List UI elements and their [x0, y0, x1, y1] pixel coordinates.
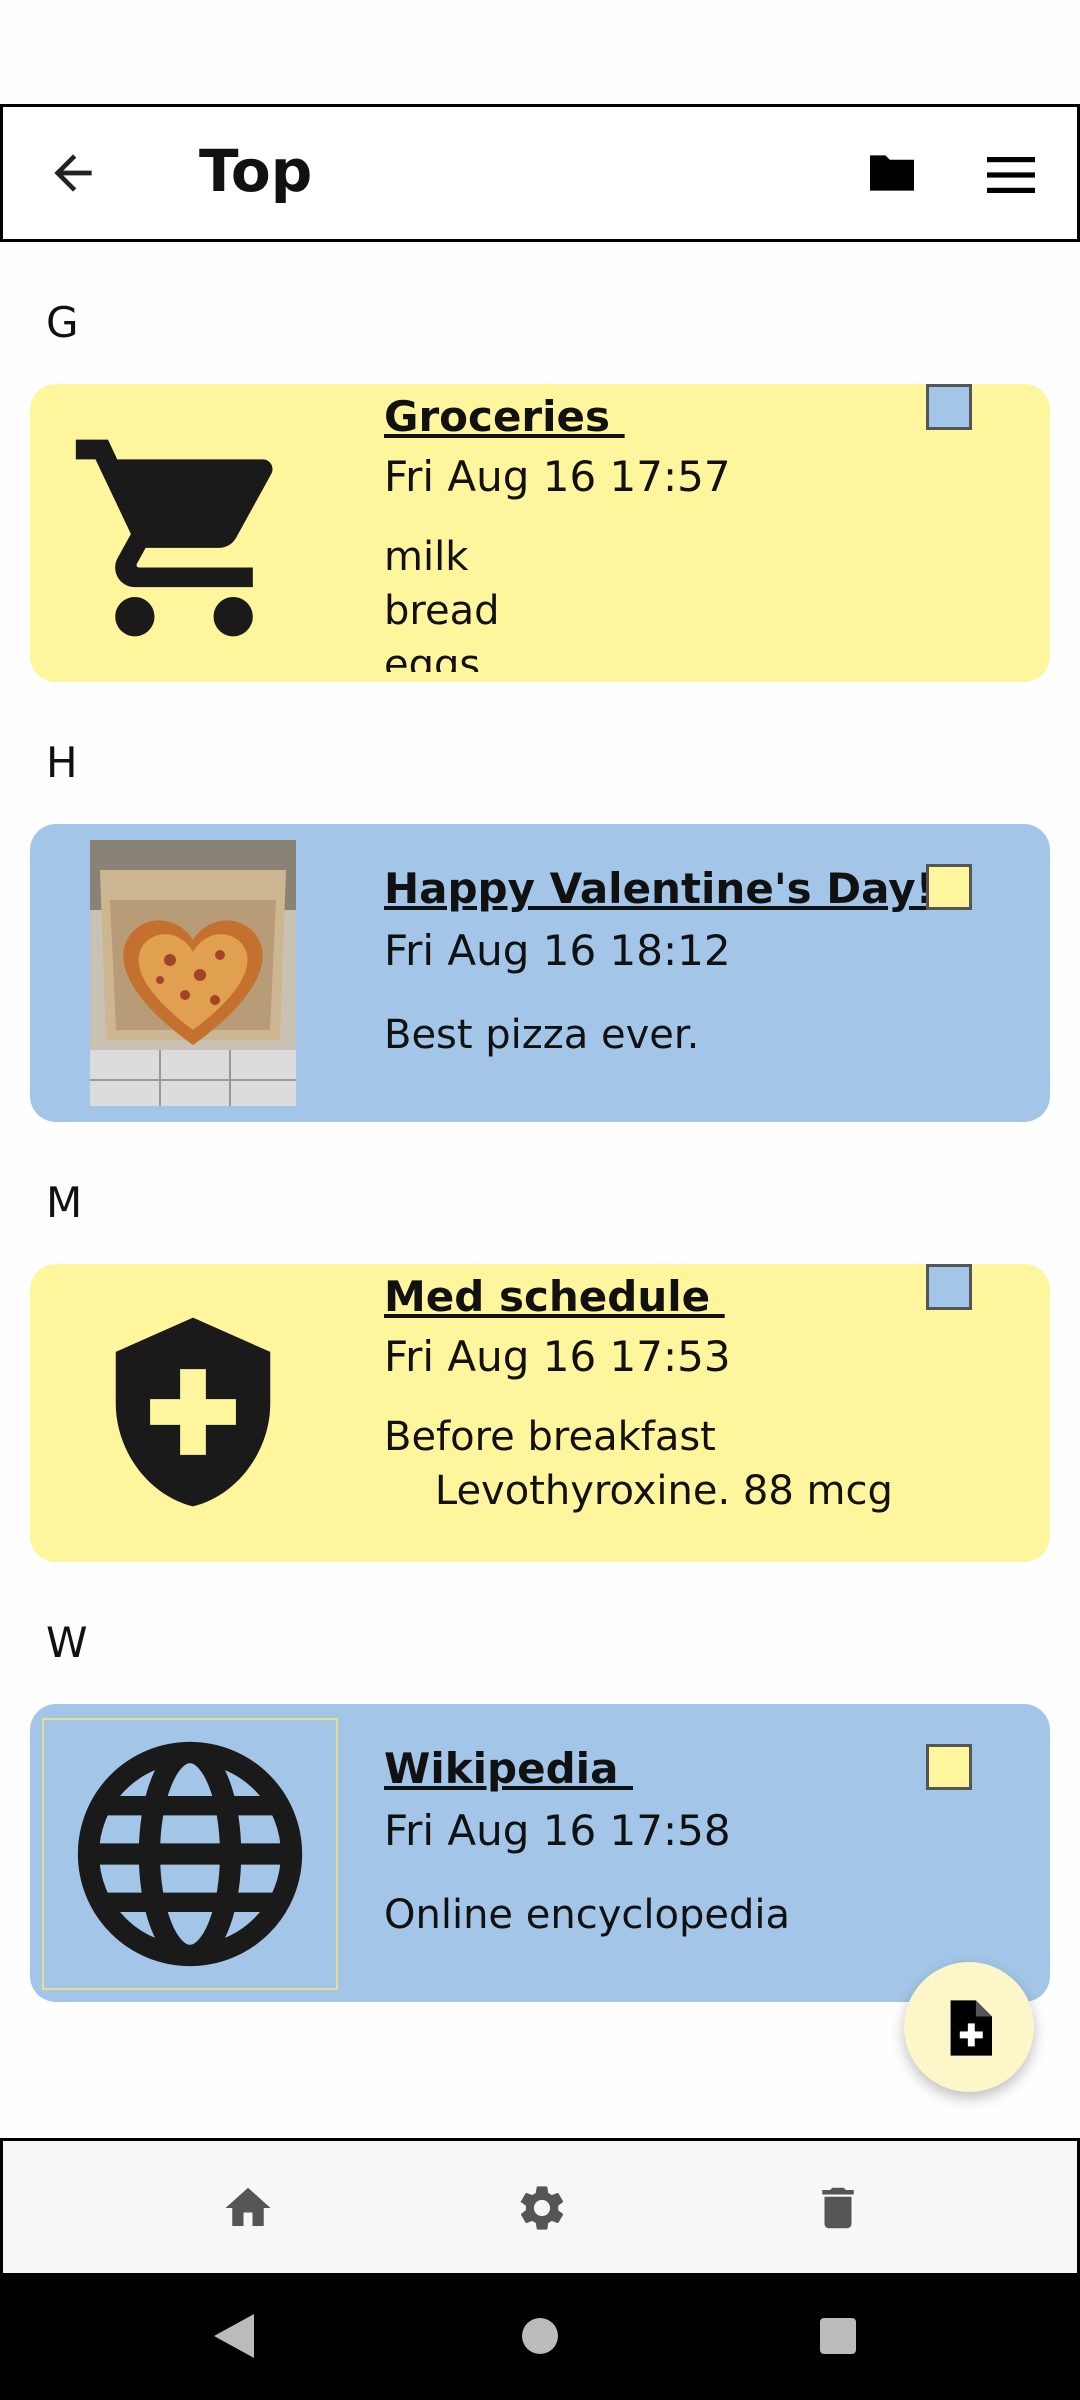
- globe-thumbnail-frame: [42, 1718, 338, 1990]
- shopping-cart-icon: [75, 439, 273, 637]
- note-date: Fri Aug 16 18:12: [384, 926, 731, 975]
- medical-shield-icon: [115, 1317, 271, 1507]
- note-card-groceries[interactable]: Groceries Fri Aug 16 17:57 milk bread eg…: [30, 384, 1050, 682]
- top-app-bar: Top: [0, 104, 1080, 242]
- note-body: milk bread eggs: [384, 534, 500, 672]
- note-date: Fri Aug 16 17:53: [384, 1332, 731, 1381]
- section-header-h: H: [46, 738, 78, 787]
- system-navigation-bar: [0, 2276, 1080, 2400]
- note-select-checkbox[interactable]: [926, 1264, 972, 1310]
- add-note-icon: [950, 2000, 992, 2056]
- circle-home-icon[interactable]: [522, 2318, 558, 2354]
- note-select-checkbox[interactable]: [926, 864, 972, 910]
- note-body: Before breakfast Levothyroxine. 88 mcg: [384, 1414, 893, 1514]
- globe-icon: [77, 1741, 303, 1967]
- gear-icon[interactable]: [515, 2181, 569, 2235]
- home-icon[interactable]: [221, 2181, 275, 2235]
- note-card-valentine[interactable]: Happy Valentine's Day! Fri Aug 16 18:12 …: [30, 824, 1050, 1122]
- note-date: Fri Aug 16 17:58: [384, 1806, 731, 1855]
- section-header-g: G: [46, 298, 79, 347]
- note-title: Med schedule: [384, 1272, 725, 1321]
- section-header-w: W: [46, 1618, 88, 1667]
- square-recents-icon[interactable]: [820, 2318, 856, 2354]
- add-note-button[interactable]: [904, 1962, 1034, 2092]
- note-card-med-schedule[interactable]: Med schedule Fri Aug 16 17:53 Before bre…: [30, 1264, 1050, 1562]
- note-select-checkbox[interactable]: [926, 384, 972, 430]
- note-title: Happy Valentine's Day!: [384, 864, 935, 913]
- note-select-checkbox[interactable]: [926, 1744, 972, 1790]
- note-body: Online encyclopedia: [384, 1892, 790, 1938]
- note-card-wikipedia[interactable]: Wikipedia Fri Aug 16 17:58 Online encycl…: [30, 1704, 1050, 2002]
- arrow-left-icon[interactable]: [45, 145, 101, 201]
- page-title: Top: [199, 137, 313, 205]
- note-body: Best pizza ever.: [384, 1012, 700, 1058]
- triangle-back-icon[interactable]: [214, 2314, 254, 2358]
- hamburger-menu-icon[interactable]: [987, 157, 1035, 193]
- bottom-navigation-bar: [0, 2138, 1080, 2276]
- note-title: Groceries: [384, 392, 625, 441]
- note-title: Wikipedia: [384, 1744, 634, 1793]
- folder-icon[interactable]: [865, 151, 919, 195]
- pizza-photo: [90, 840, 296, 1106]
- section-header-m: M: [46, 1178, 83, 1227]
- trash-icon[interactable]: [811, 2181, 865, 2235]
- note-date: Fri Aug 16 17:57: [384, 452, 731, 501]
